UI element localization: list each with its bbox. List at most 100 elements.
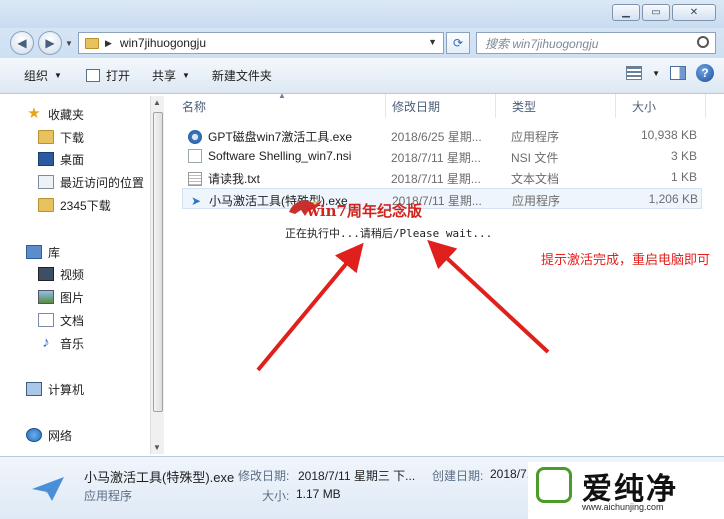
preview-pane-icon[interactable] — [670, 66, 686, 80]
minimize-button[interactable]: ▁ — [612, 4, 640, 21]
column-label: 修改日期 — [392, 99, 441, 114]
details-size-value: 1.17 MB — [296, 487, 341, 501]
chevron-down-icon: ▼ — [54, 71, 62, 80]
breadcrumb-separator-icon[interactable]: ▶ — [105, 38, 112, 49]
window-titlebar: ▁ ▭ ✕ — [0, 0, 724, 28]
file-date: 2018/7/11 星期... — [391, 151, 481, 165]
view-dropdown-chevron-icon[interactable]: ▼ — [652, 69, 660, 78]
documents-icon — [38, 313, 54, 327]
breadcrumb-path[interactable]: win7jihuogongju — [120, 36, 206, 50]
sidebar-item-computer[interactable]: 计算机 — [26, 379, 84, 399]
file-size: 3 KB — [670, 149, 697, 163]
file-date: 2018/6/25 星期... — [391, 130, 482, 144]
sidebar-item-label: 桌面 — [60, 152, 85, 167]
column-header-type[interactable]: 类型 — [496, 94, 616, 118]
file-name: Software Shelling_win7.nsi — [208, 149, 352, 163]
search-placeholder: 搜索 win7jihuogongju — [485, 36, 599, 51]
toolbar-right-controls: ▼ ? — [626, 64, 714, 82]
library-icon — [26, 245, 42, 259]
sidebar-item-2345-downloads[interactable]: 2345下载 — [38, 195, 111, 215]
watermark-logo-icon — [536, 467, 572, 503]
organize-button[interactable]: 组织 ▼ — [16, 64, 70, 88]
column-header-name[interactable]: 名称 — [166, 94, 386, 118]
column-label: 名称 — [182, 99, 207, 114]
back-button[interactable]: ◀ — [10, 31, 34, 55]
sidebar-item-documents[interactable]: 文档 — [38, 310, 84, 330]
navigation-pane: ★ 收藏夹 下载 桌面 最近访问的位置 2345下载 库 视频 图片 文档 ♪ … — [8, 96, 148, 454]
sidebar-item-favorites[interactable]: ★ 收藏夹 — [26, 104, 84, 124]
open-button[interactable]: 打开 — [78, 64, 138, 88]
column-header-date[interactable]: 修改日期 — [376, 94, 496, 118]
column-header-size[interactable]: 大小 — [616, 94, 706, 118]
computer-icon — [26, 382, 42, 396]
organize-label: 组织 — [24, 69, 49, 83]
details-modified-value: 2018/7/11 星期三 下... — [298, 469, 416, 483]
music-icon: ♪ — [42, 334, 50, 351]
file-type: 文本文档 — [511, 172, 560, 186]
new-folder-button[interactable]: 新建文件夹 — [204, 64, 280, 88]
sidebar-item-recent-places[interactable]: 最近访问的位置 — [38, 172, 144, 192]
pictures-icon — [38, 290, 54, 304]
sort-ascending-icon: ▲ — [278, 91, 286, 100]
sidebar-item-downloads[interactable]: 下载 — [38, 127, 84, 147]
recent-pages-chevron-icon[interactable]: ▼ — [65, 39, 73, 48]
file-type: 应用程序 — [511, 130, 560, 144]
address-dropdown-icon[interactable]: ▼ — [428, 37, 437, 47]
file-row[interactable]: GPT磁盘win7激活工具.exe 2018/6/25 星期... 应用程序 1… — [182, 125, 702, 146]
overlay-status: 正在执行中...请稍后/Please wait... — [285, 227, 493, 240]
file-size: 1,206 KB — [648, 192, 698, 206]
sidebar-item-pictures[interactable]: 图片 — [38, 287, 84, 307]
file-row[interactable]: Software Shelling_win7.nsi 2018/7/11 星期.… — [182, 146, 702, 167]
folder-icon — [38, 130, 54, 144]
search-input[interactable]: 搜索 win7jihuogongju — [476, 32, 716, 54]
overlay-title: win7周年纪念版 — [307, 202, 422, 220]
paper-plane-icon: ➤ — [190, 193, 202, 208]
annotation-text: 提示激活完成，重启电脑即可 — [541, 252, 711, 267]
file-list: 名称 ▲ 修改日期 类型 大小 GPT磁盘win7激活工具.exe 2018/6… — [166, 91, 724, 456]
scroll-up-icon[interactable]: ▲ — [153, 98, 161, 107]
star-icon: ★ — [27, 105, 41, 122]
column-label: 类型 — [512, 99, 537, 114]
file-size: 1 KB — [670, 170, 697, 184]
view-options-icon[interactable] — [626, 66, 643, 80]
forward-button[interactable]: ▶ — [38, 31, 62, 55]
sidebar-item-music[interactable]: ♪ 音乐 — [38, 333, 84, 353]
window-controls: ▁ ▭ ✕ — [612, 4, 716, 21]
close-button[interactable]: ✕ — [672, 4, 716, 21]
sidebar-item-desktop[interactable]: 桌面 — [38, 149, 84, 169]
sidebar-item-libraries[interactable]: 库 — [26, 242, 60, 262]
file-size: 10,938 KB — [640, 128, 697, 142]
watermark: 爱纯净 www.aichunjing.com — [528, 462, 724, 519]
file-date: 2018/7/11 星期... — [391, 172, 481, 186]
navigation-scrollbar[interactable]: ▲ ▼ — [150, 96, 164, 454]
help-icon[interactable]: ? — [696, 64, 714, 82]
forward-arrow-icon: ▶ — [45, 36, 55, 50]
file-type: NSI 文件 — [511, 151, 559, 165]
file-row[interactable]: 请读我.txt 2018/7/11 星期... 文本文档 1 KB — [182, 167, 702, 188]
minimize-icon: ▁ — [622, 7, 630, 18]
sidebar-item-network[interactable]: 网络 — [26, 425, 72, 445]
maximize-icon: ▭ — [651, 7, 661, 18]
sidebar-item-label: 图片 — [60, 290, 85, 305]
scroll-down-icon[interactable]: ▼ — [153, 443, 161, 452]
folder-icon — [38, 198, 54, 212]
sidebar-item-label: 文档 — [60, 313, 85, 328]
command-toolbar: 组织 ▼ 打开 共享 ▼ 新建文件夹 ▼ ? — [0, 58, 724, 94]
details-size-label: 大小: — [262, 489, 290, 503]
refresh-icon: ⟳ — [452, 36, 464, 50]
share-button[interactable]: 共享 ▼ — [144, 64, 198, 88]
video-icon — [38, 267, 54, 281]
chevron-down-icon: ▼ — [181, 71, 190, 80]
refresh-button[interactable]: ⟳ — [446, 32, 470, 54]
sidebar-item-label: 音乐 — [60, 336, 85, 351]
address-bar[interactable]: ▶ win7jihuogongju ▼ — [78, 32, 444, 54]
text-file-icon — [188, 171, 202, 186]
desktop-icon — [38, 152, 54, 166]
file-type: 应用程序 — [512, 194, 561, 208]
sidebar-item-label: 视频 — [60, 267, 85, 282]
sidebar-item-videos[interactable]: 视频 — [38, 264, 84, 284]
column-label: 大小 — [632, 99, 657, 114]
maximize-button[interactable]: ▭ — [642, 4, 670, 21]
scrollbar-thumb[interactable] — [153, 112, 163, 412]
sidebar-item-label: 收藏夹 — [48, 107, 85, 122]
